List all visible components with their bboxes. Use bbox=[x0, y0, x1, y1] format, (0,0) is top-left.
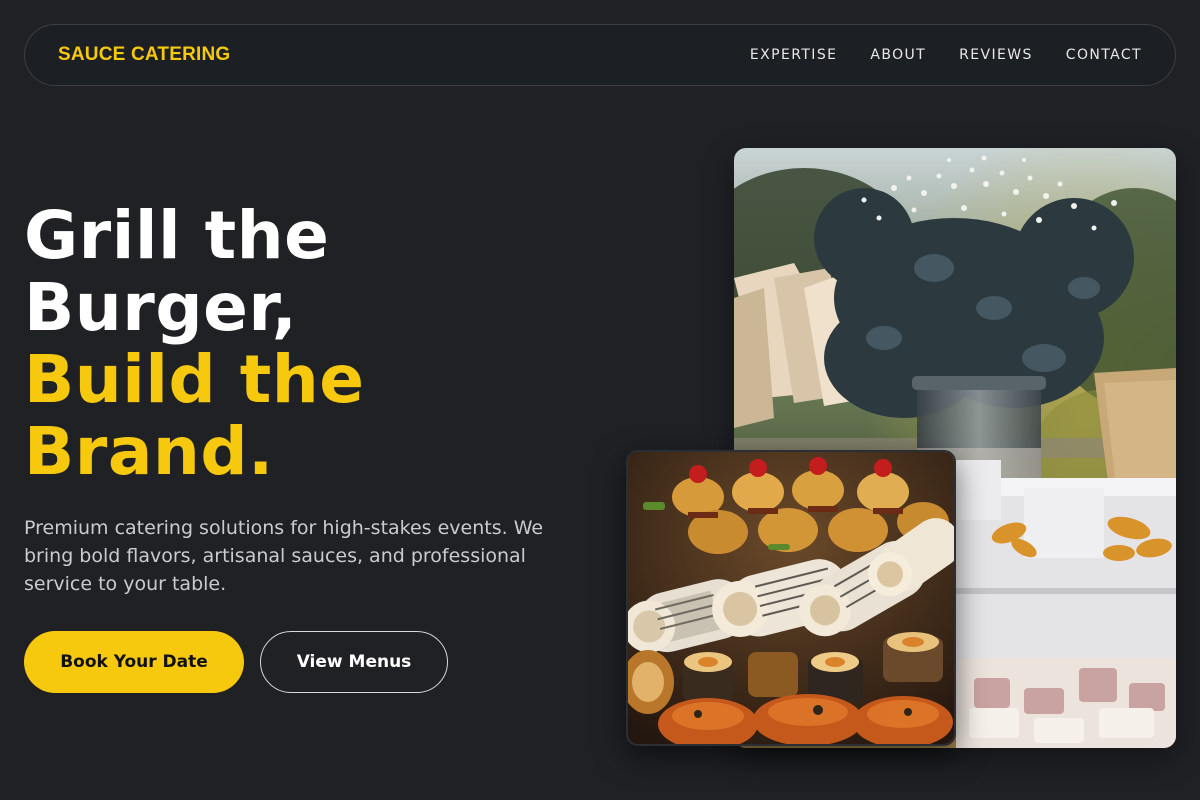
nav-link-contact[interactable]: CONTACT bbox=[1066, 47, 1142, 63]
top-navbar: SAUCE CATERING EXPERTISE ABOUT REVIEWS C… bbox=[24, 24, 1176, 86]
hero-headline: Grill the Burger, Build the Brand. bbox=[24, 200, 365, 488]
appetizers-photo bbox=[626, 450, 956, 746]
nav-links: EXPERTISE ABOUT REVIEWS CONTACT bbox=[750, 47, 1142, 63]
nav-link-expertise[interactable]: EXPERTISE bbox=[750, 47, 837, 63]
headline-line-2: Burger, bbox=[24, 269, 298, 346]
nav-link-reviews[interactable]: REVIEWS bbox=[959, 47, 1033, 63]
view-menus-button[interactable]: View Menus bbox=[260, 631, 448, 693]
headline-line-1: Grill the bbox=[24, 197, 330, 274]
nav-link-about[interactable]: ABOUT bbox=[870, 47, 926, 63]
hero-subtitle: Premium catering solutions for high-stak… bbox=[24, 517, 544, 595]
headline-line-3: Build the bbox=[24, 341, 365, 418]
logo[interactable]: SAUCE CATERING bbox=[58, 44, 230, 66]
headline-line-4: Brand. bbox=[24, 413, 274, 490]
book-your-date-button[interactable]: Book Your Date bbox=[24, 631, 244, 693]
